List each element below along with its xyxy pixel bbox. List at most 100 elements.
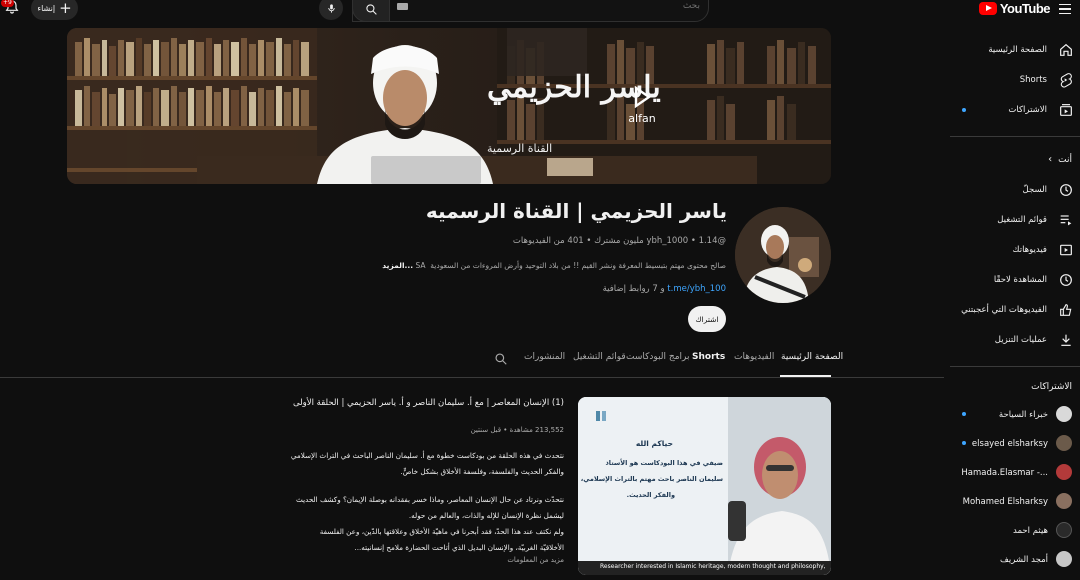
channel-avatar (1056, 464, 1072, 480)
search-icon[interactable] (494, 352, 508, 366)
create-button[interactable]: إنشاء + (31, 0, 78, 20)
sidebar-item-watch-later[interactable]: المشاهدة لاحقًا (944, 266, 1080, 294)
tab-playlists[interactable]: قوائم التشغيل (573, 352, 626, 362)
subscription-item[interactable]: أمجد الشريف (944, 545, 1080, 574)
sidebar-item-home[interactable]: الصفحة الرئيسية (944, 36, 1080, 64)
search-icon (365, 3, 377, 15)
flag-sa: SA (415, 261, 426, 270)
sidebar-item-label: الاشتراكات (1008, 105, 1047, 115)
channel-avatar[interactable] (735, 207, 831, 303)
thumbs-up-icon (1060, 304, 1072, 316)
tab-videos[interactable]: الفيديوهات (734, 352, 774, 362)
watch-later-icon (1060, 274, 1072, 286)
sidebar-item-liked-videos[interactable]: الفيديوهات التي أعجبتني (944, 296, 1080, 324)
more-info-link[interactable]: مزيد من المعلومات (507, 556, 564, 564)
thumbnail-line: سليمان الناصر باحث مهتم بالتراث الإسلامي… (580, 475, 723, 483)
subscription-item[interactable]: Hamada.Elasmar -... (944, 458, 1080, 487)
banner-image (67, 28, 831, 184)
channel-link[interactable]: t.me/ybh_100 (667, 284, 726, 294)
sidebar-item-playlists[interactable]: قوائم التشغيل (944, 206, 1080, 234)
featured-video-meta: 213,552 مشاهدة • قبل سنتين (470, 426, 564, 434)
sidebar-item-history[interactable]: السجلّ (944, 176, 1080, 204)
video-description-line: ليشمل نظرة الإنسان للإله والذات، والعالم… (408, 511, 564, 520)
tab-shorts[interactable]: Shorts (692, 352, 725, 362)
subscription-item[interactable]: elsayed elsharksy (944, 429, 1080, 458)
subscription-item[interactable]: هيثم احمد (944, 516, 1080, 545)
sidebar-item-label: فيديوهاتك (1012, 245, 1047, 255)
video-description-line: والفكر الحديث والفلسفة، وفلسفة الأخلاق ب… (400, 467, 564, 476)
subscription-item[interactable]: خبراء السياحة (944, 400, 1080, 429)
sidebar-item-your-videos[interactable]: فيديوهاتك (944, 236, 1080, 264)
subscriptions-heading-label: الاشتراكات (1031, 382, 1072, 392)
subscriptions-icon (1060, 104, 1072, 116)
thumbnail-image (578, 397, 831, 575)
home-icon (1060, 43, 1072, 56)
video-description-line: الأخلاقيّة الغربيّة، والإنسان البديل الذ… (354, 543, 564, 552)
microphone-icon (327, 3, 335, 13)
search-button[interactable] (352, 0, 390, 22)
thumbnail-line: ضيفي في هذا البودكاست هو الأستاذ (605, 459, 723, 467)
subscription-label: خبراء السياحة (998, 409, 1048, 420)
sidebar-divider (950, 366, 1080, 367)
more-links-label: و 7 روابط إضافية (602, 284, 665, 294)
tab-podcasts[interactable]: برامج البودكاست (626, 352, 689, 362)
search-placeholder: بحث (682, 1, 700, 11)
history-icon (1060, 184, 1072, 196)
channel-links[interactable]: t.me/ybh_100 و 7 روابط إضافية (603, 284, 726, 294)
shorts-icon (1060, 73, 1072, 88)
thumbnail-caption: Researcher interested in Islamic heritag… (600, 563, 826, 570)
channel-description[interactable]: صالح محتوى مهتم بتبسيط المعرفة ونشر القي… (382, 261, 726, 270)
sidebar-divider (950, 136, 1080, 137)
voice-search-button[interactable] (319, 0, 343, 20)
download-icon (1061, 334, 1071, 346)
you-section-heading[interactable]: أنت › (1048, 154, 1072, 165)
alfan-text: alfan (628, 112, 656, 125)
top-bar: YouTube بحث إنشاء + +9 (0, 0, 1080, 26)
sidebar-item-label: Shorts (1019, 75, 1047, 85)
sidebar-item-label: السجلّ (1022, 185, 1047, 195)
channel-name: ياسر الحزيمي | القناة الرسميه (425, 199, 727, 223)
subscribe-button[interactable]: اشتراك (688, 306, 726, 332)
banner-subtitle: القناة الرسمية (487, 142, 553, 155)
subscription-label: Hamada.Elasmar -... (961, 467, 1048, 478)
youtube-logo[interactable]: YouTube (978, 0, 1051, 16)
chevron-left-icon: › (1048, 154, 1053, 165)
subscription-label: هيثم احمد (1013, 525, 1048, 536)
sidebar-item-label: المشاهدة لاحقًا (993, 275, 1047, 285)
more-link[interactable]: ...المزيد (382, 261, 413, 270)
alfan-play-icon (634, 85, 652, 109)
sidebar: الصفحة الرئيسية Shorts الاشتراكات أنت › … (944, 26, 1080, 580)
subscription-label: elsayed elsharksy (971, 438, 1048, 449)
sidebar-item-label: قوائم التشغيل (997, 215, 1047, 225)
active-tab-indicator (780, 375, 831, 377)
new-content-dot (962, 108, 966, 112)
video-description-line: نتحدث في هذه الحلقة من بودكاست خطوة مع أ… (290, 451, 564, 460)
channel-banner: ياسر الحزيمي القناة الرسمية alfan (67, 28, 831, 184)
subscription-item[interactable]: Mohamed Elsharksy (944, 487, 1080, 516)
your-videos-icon (1060, 244, 1072, 256)
featured-video-thumbnail[interactable]: حياكم الله ضيفي في هذا البودكاست هو الأس… (578, 397, 831, 575)
video-description-line: نتحدّث ونرتاد عن حال الإنسان المعاصر، وم… (296, 495, 564, 504)
channel-avatar (1056, 435, 1072, 451)
keyboard-icon[interactable] (397, 3, 408, 10)
featured-video-title[interactable]: (1) الإنسان المعاصر | مع أ. سليمان الناص… (293, 398, 564, 408)
sidebar-item-shorts[interactable]: Shorts (944, 66, 1080, 94)
create-label: إنشاء (37, 3, 56, 13)
channel-avatar (1056, 551, 1072, 567)
sidebar-item-downloads[interactable]: عمليات التنزيل (944, 326, 1080, 354)
channel-avatar (1056, 406, 1072, 422)
new-content-dot (962, 441, 966, 445)
tab-home[interactable]: الصفحة الرئيسية (781, 352, 843, 362)
subscriptions-section-heading: الاشتراكات (1031, 382, 1072, 392)
notification-badge: +9 (1, 0, 14, 7)
sidebar-item-subscriptions[interactable]: الاشتراكات (944, 96, 1080, 124)
thumbnail-line: والفكر الحديث. (626, 491, 675, 499)
sidebar-item-label: الفيديوهات التي أعجبتني (961, 305, 1047, 315)
alfan-logo: alfan (627, 85, 657, 125)
playlists-icon (1060, 215, 1072, 226)
tab-posts[interactable]: المنشورات (524, 352, 565, 362)
menu-button[interactable] (1056, 0, 1074, 18)
thumbnail-greeting: حياكم الله (635, 439, 673, 448)
new-content-dot (962, 412, 966, 416)
you-heading-label: أنت (1058, 154, 1072, 165)
